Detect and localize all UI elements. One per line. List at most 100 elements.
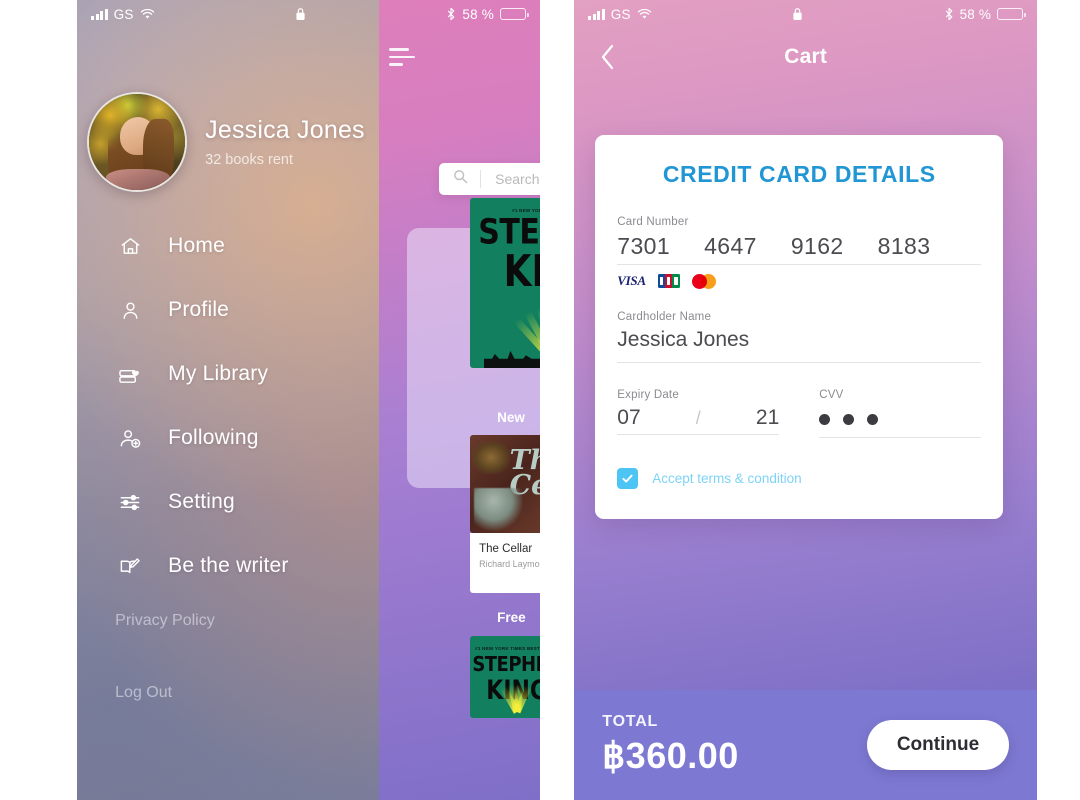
total-label: TOTAL <box>602 713 659 730</box>
card-number-group-3: 9162 <box>790 233 844 259</box>
status-bar-right-group: 58 % <box>944 6 1027 22</box>
expiry-date-line: 07 / 21 <box>617 406 780 435</box>
accept-terms-row[interactable]: Accept terms & condition <box>617 468 981 489</box>
hamburger-menu-icon[interactable] <box>389 48 416 71</box>
search-icon <box>453 169 468 189</box>
battery-icon <box>997 8 1027 20</box>
accepted-card-brands: VISA <box>617 273 981 289</box>
sidebar-item-label: Be the writer <box>168 554 289 577</box>
cvv-masked-value[interactable] <box>819 406 981 433</box>
profile-meta: 32 books rent <box>205 152 294 168</box>
right-gutter <box>1037 0 1080 800</box>
chevron-left-icon[interactable] <box>592 42 622 72</box>
profile-text: Jessica Jones 32 books rent <box>205 116 365 168</box>
cardholder-name-line: Jessica Jones <box>617 328 982 363</box>
sidebar-item-label: Setting <box>168 490 235 513</box>
card-number-group-2: 4647 <box>704 233 757 259</box>
cover-author-line1: STEPHEN <box>472 652 540 677</box>
card-number-value[interactable]: 7301 4647 9162 8183 <box>617 233 981 260</box>
log-out-link[interactable]: Log Out <box>115 684 215 702</box>
cvv-label: CVV <box>819 389 844 401</box>
status-bar-center-group <box>652 7 944 21</box>
status-bar-left: GS 58 % <box>77 0 540 28</box>
expiry-date-value[interactable]: 07 / 21 <box>617 406 779 430</box>
accept-terms-checkbox[interactable] <box>617 468 639 489</box>
sidebar-item-home[interactable]: Home <box>77 214 379 278</box>
profile-header[interactable]: Jessica Jones 32 books rent <box>87 92 365 192</box>
carrier-name: GS <box>113 6 134 22</box>
sidebar-item-label: My Library <box>168 362 269 385</box>
accept-terms-label: Accept terms & condition <box>652 471 802 486</box>
navigation-bar: Cart <box>574 28 1037 86</box>
phone-right-cart-screen: Cart CREDIT CARD DETAILS Card Number 730… <box>574 0 1038 800</box>
hamburger-line <box>389 63 404 66</box>
hamburger-line <box>389 55 416 59</box>
status-bar-right: GS 58 % <box>574 0 1037 28</box>
signal-bars-icon <box>91 8 108 20</box>
cover-author-line1: STEPHEN <box>478 212 540 253</box>
visa-logo: VISA <box>617 273 646 288</box>
bluetooth-icon <box>944 7 954 21</box>
cart-screen-background: Cart CREDIT CARD DETAILS Card Number 730… <box>574 0 1038 800</box>
search-input[interactable]: Search <box>439 163 540 195</box>
signal-bars-icon <box>588 8 605 20</box>
phone-left-drawer-screen: Search #1 NEW YORK TIMES BESTSELLER STEP… <box>77 0 540 800</box>
book-cover-the-cellar[interactable]: The Cellar <box>470 435 540 533</box>
sidebar-item-following[interactable]: Following <box>77 406 379 470</box>
expiry-year: 21 <box>755 406 780 429</box>
sidebar-item-my-library[interactable]: My Library <box>77 342 379 406</box>
cvv-field[interactable]: CVV <box>819 389 982 438</box>
section-label-free: Free <box>497 610 526 625</box>
avatar[interactable] <box>87 92 188 192</box>
cover-blurb: #1 NEW YORK TIMES BESTSELLER <box>475 646 540 651</box>
book-cover-stephen-king-free[interactable]: #1 NEW YORK TIMES BESTSELLER STEPHEN KIN… <box>470 636 540 718</box>
navigation-drawer: Jessica Jones 32 books rent Home Profile… <box>77 0 380 800</box>
search-placeholder: Search <box>495 171 540 187</box>
total-bar: TOTAL ฿360.00 Continue <box>574 690 1038 800</box>
cover-burst-art <box>470 683 540 718</box>
battery-percent-label: 58 % <box>462 6 494 22</box>
book-pen-icon <box>115 555 145 578</box>
expiry-date-field[interactable]: Expiry Date 07 / 21 <box>617 389 780 438</box>
book-title: The Cellar <box>479 543 533 555</box>
status-bar-center-group <box>155 7 447 21</box>
credit-card-details-card: CREDIT CARD DETAILS Card Number 7301 464… <box>595 135 1004 519</box>
sidebar-item-profile[interactable]: Profile <box>77 278 379 342</box>
cover-art-hand <box>473 487 523 532</box>
battery-icon <box>500 8 529 20</box>
sliders-icon <box>115 491 145 514</box>
status-bar-right-group: 58 % <box>446 6 529 22</box>
carrier-name: GS <box>610 6 631 22</box>
sidebar-item-label: Profile <box>168 298 230 321</box>
cover-burst-art <box>470 297 540 368</box>
continue-button[interactable]: Continue <box>866 720 1010 770</box>
expiry-cvv-row: Expiry Date 07 / 21 CVV <box>617 389 982 438</box>
cover-art-leaf <box>472 440 510 475</box>
book-info-the-cellar[interactable]: The Cellar Richard Laymon <box>470 533 540 593</box>
expiry-month: 07 <box>617 406 641 429</box>
sidebar-item-be-the-writer[interactable]: Be the writer <box>77 534 379 598</box>
book-author: Richard Laymon <box>479 559 540 569</box>
middle-gutter <box>540 0 575 800</box>
card-number-field[interactable]: Card Number 7301 4647 9162 8183 <box>617 216 982 265</box>
wifi-icon <box>637 8 652 20</box>
expiry-date-label: Expiry Date <box>617 389 679 401</box>
left-gutter <box>0 0 78 800</box>
avatar-body <box>106 168 170 190</box>
privacy-policy-link[interactable]: Privacy Policy <box>115 612 215 630</box>
cardholder-name-field[interactable]: Cardholder Name Jessica Jones <box>617 311 982 363</box>
cover-author-line2: KING <box>503 247 540 297</box>
cardholder-name-value[interactable]: Jessica Jones <box>617 328 981 358</box>
card-number-line: 7301 4647 9162 8183 <box>617 233 982 265</box>
mastercard-logo <box>691 273 716 289</box>
battery-percent-label: 58 % <box>959 6 992 22</box>
wifi-icon <box>140 8 155 20</box>
section-label-new: New <box>497 410 525 425</box>
drawer-footer-links: Privacy Policy Log Out <box>115 612 215 756</box>
featured-book-cover[interactable]: #1 NEW YORK TIMES BESTSELLER STEPHEN KIN… <box>470 198 540 368</box>
cvv-line <box>819 406 982 438</box>
card-number-group-1: 7301 <box>617 233 671 259</box>
credit-card-heading: CREDIT CARD DETAILS <box>662 161 936 187</box>
sidebar-item-label: Following <box>168 426 259 449</box>
sidebar-item-setting[interactable]: Setting <box>77 470 379 534</box>
